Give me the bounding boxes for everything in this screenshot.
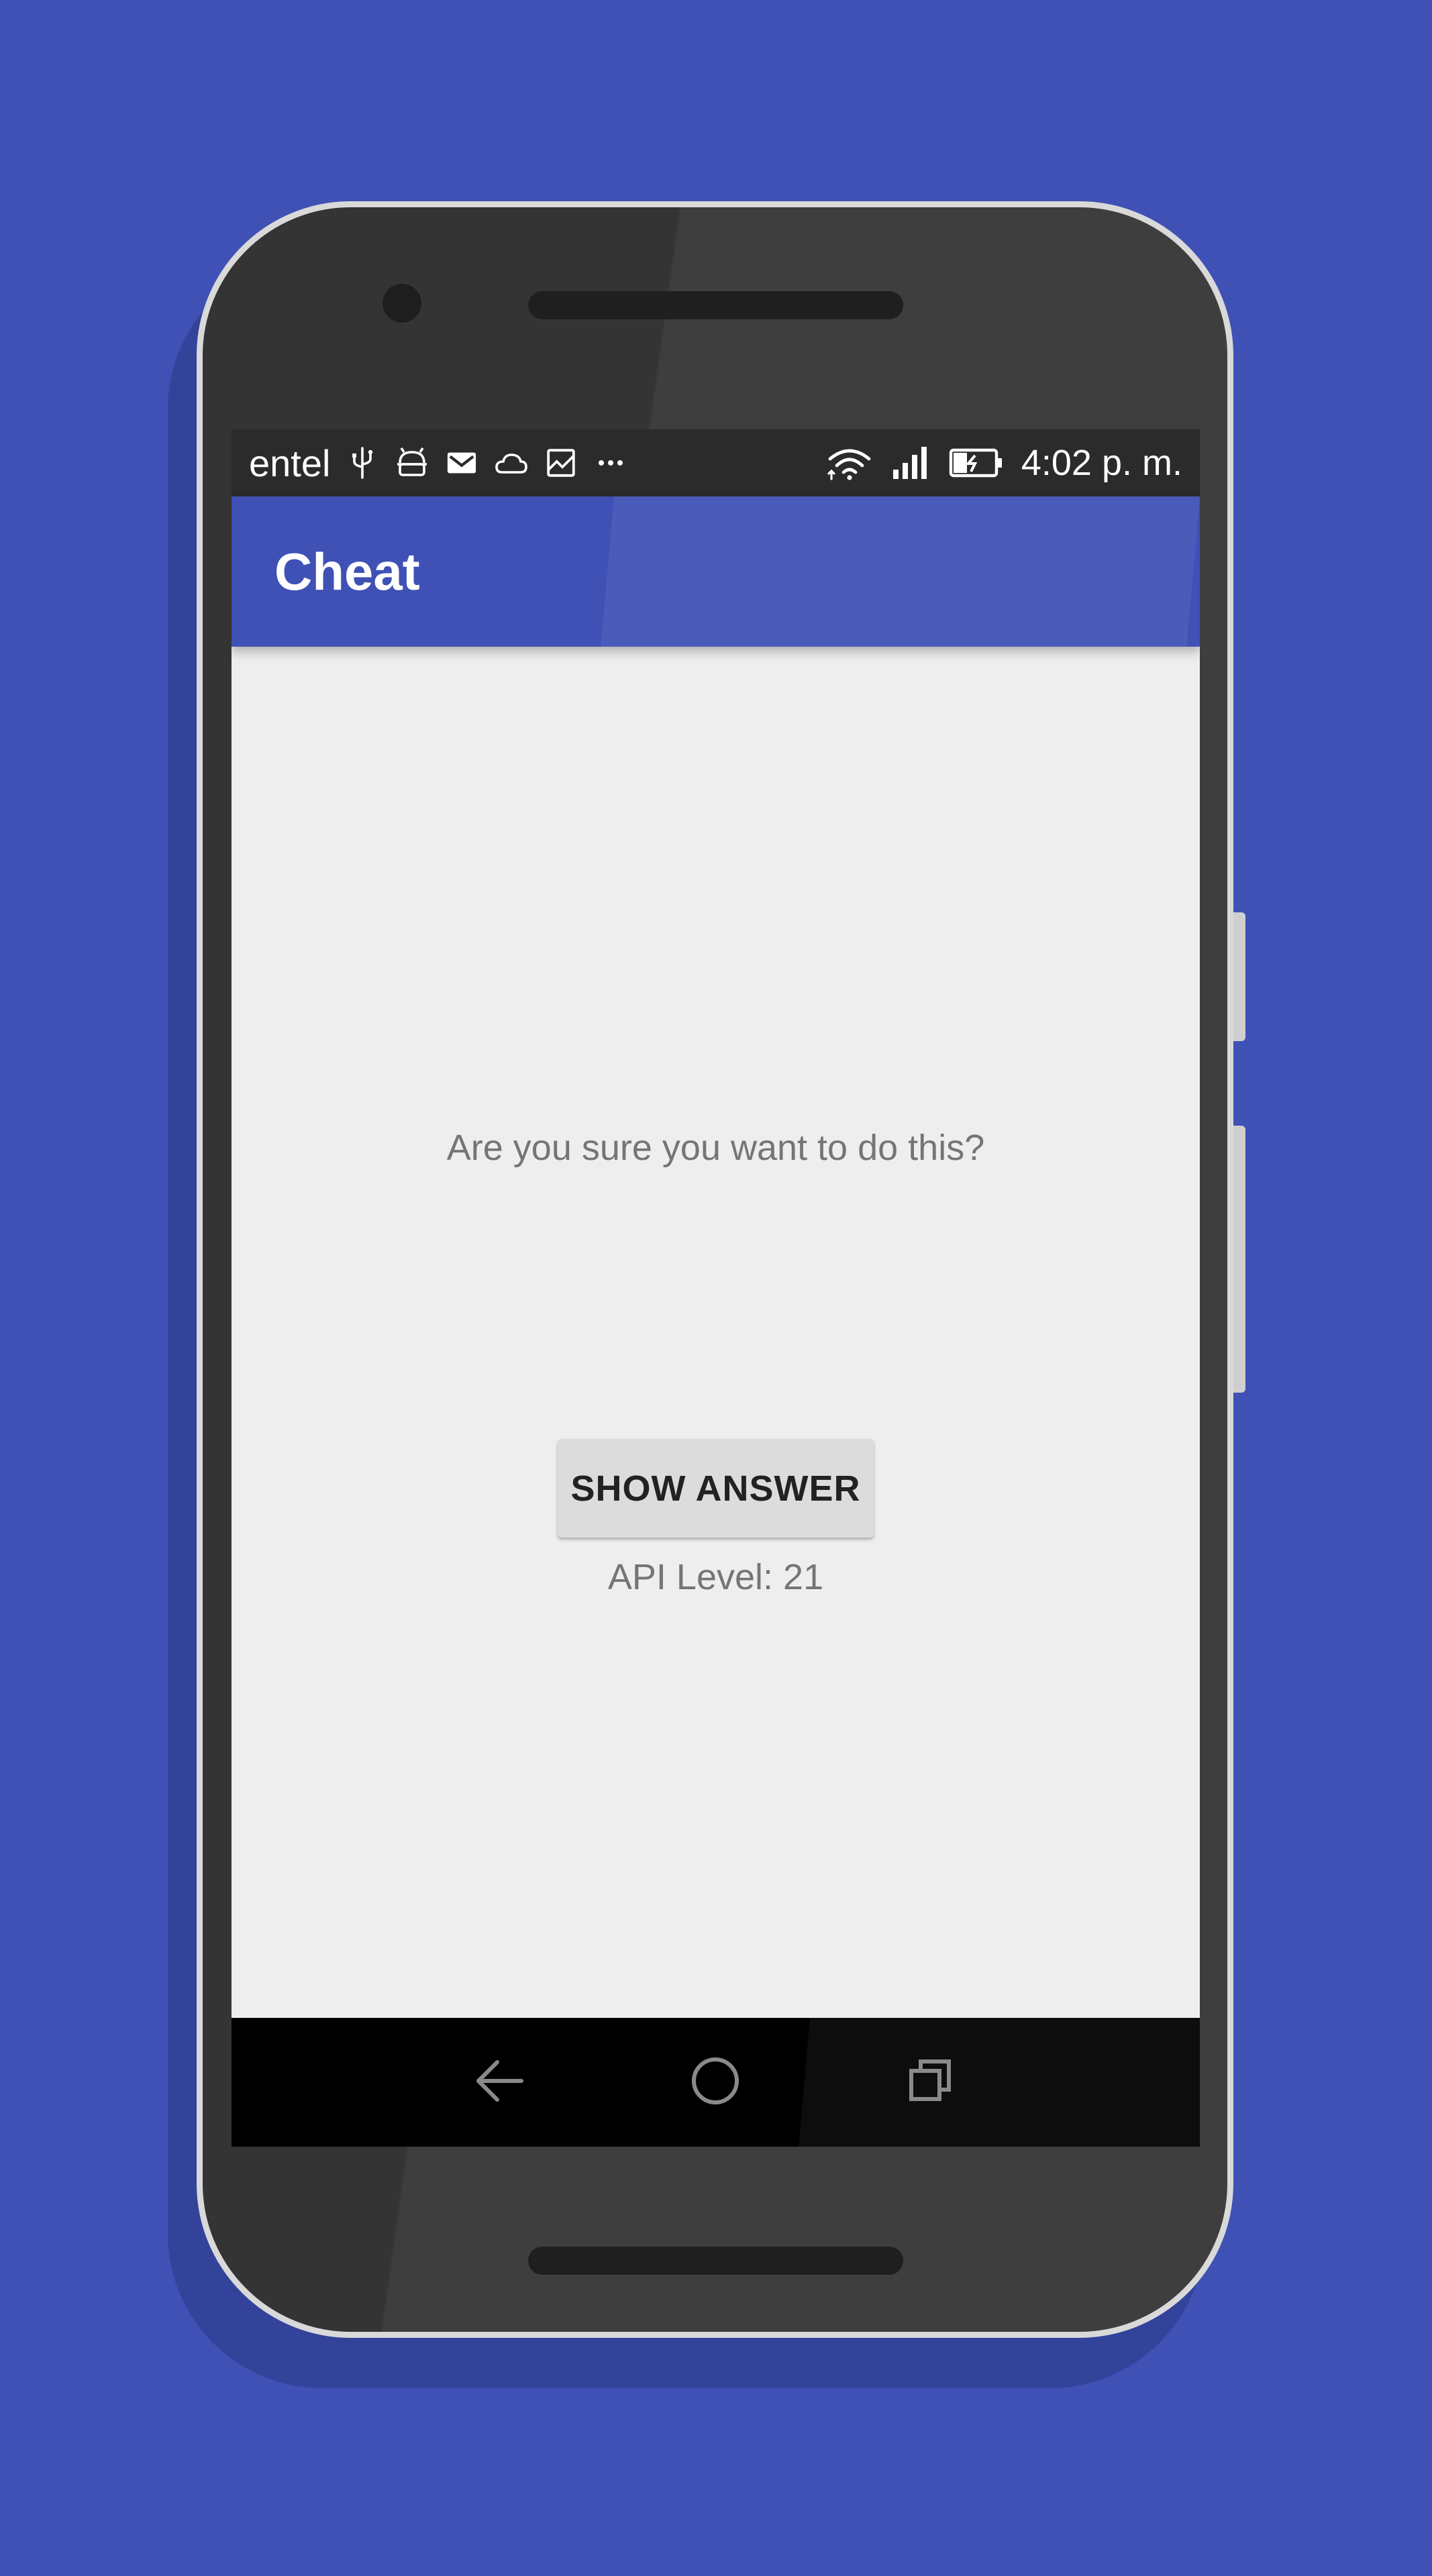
status-bar: entel 4:02 p. m. — [232, 429, 1200, 496]
navigation-bar — [232, 2018, 1200, 2147]
image-icon — [544, 444, 578, 482]
app-bar: Cheat — [232, 496, 1200, 647]
wifi-icon — [825, 444, 874, 482]
home-button[interactable] — [682, 2049, 749, 2116]
show-answer-button[interactable]: SHOW ANSWER — [558, 1439, 874, 1538]
battery-charging-icon — [948, 444, 1005, 482]
home-icon — [690, 2055, 741, 2110]
power-button[interactable] — [1233, 912, 1245, 1041]
more-notifications-icon — [593, 444, 628, 482]
front-camera — [382, 284, 421, 323]
volume-button[interactable] — [1233, 1126, 1245, 1393]
earpiece-speaker — [528, 291, 903, 319]
bottom-speaker — [528, 2247, 903, 2275]
status-clock: 4:02 p. m. — [1021, 443, 1182, 483]
app-title: Cheat — [274, 542, 420, 601]
back-button[interactable] — [466, 2049, 533, 2116]
signal-icon — [890, 444, 931, 482]
warning-text: Are you sure you want to do this? — [446, 1128, 985, 1168]
back-icon — [473, 2057, 527, 2108]
usb-icon — [345, 444, 380, 482]
recents-icon — [907, 2057, 954, 2108]
cloud-icon — [494, 444, 529, 482]
gmail-icon — [444, 444, 479, 482]
carrier-name: entel — [249, 441, 331, 484]
api-level-text: API Level: 21 — [607, 1557, 824, 1597]
screen: entel 4:02 p. m. Cheat Are you sure you … — [232, 429, 1200, 2147]
recents-button[interactable] — [897, 2049, 964, 2116]
android-debug-icon — [395, 444, 429, 482]
